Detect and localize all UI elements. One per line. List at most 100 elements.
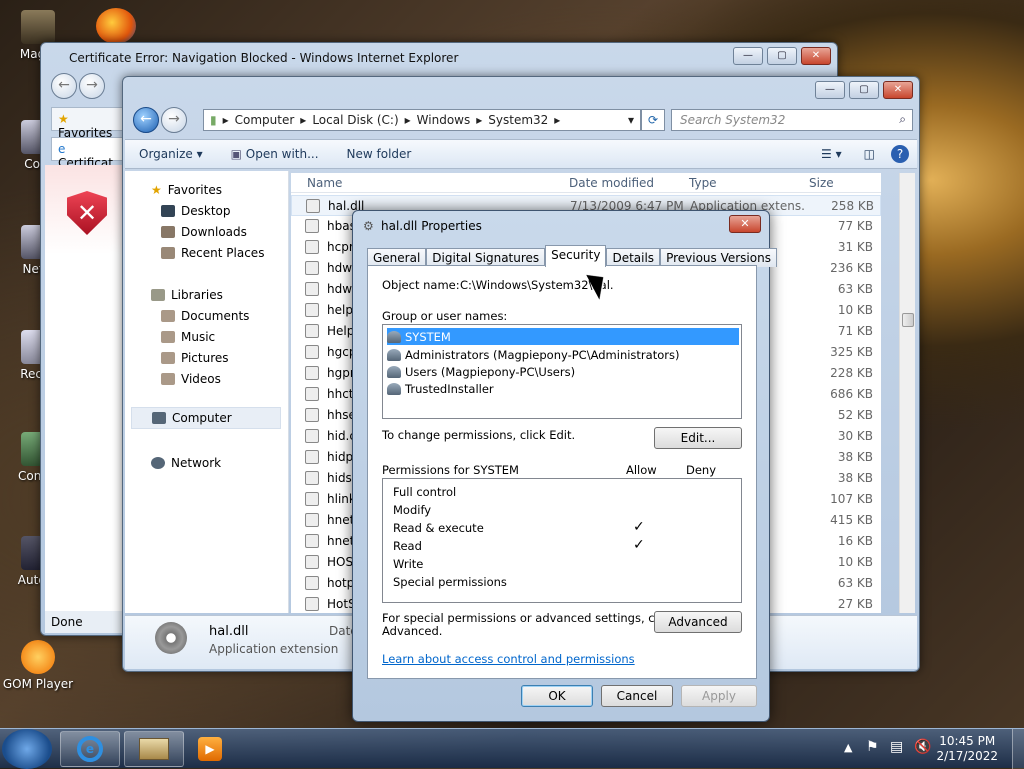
permission-row: Write — [393, 557, 424, 571]
ie-content: ✕ — [45, 165, 131, 611]
ie-forward-button[interactable]: → — [79, 73, 105, 99]
nav-desktop[interactable]: Desktop — [161, 204, 231, 218]
show-hidden-icons[interactable]: ▲ — [844, 741, 852, 754]
help-icon[interactable]: ? — [891, 145, 909, 163]
media-player-icon[interactable]: ▶ — [198, 737, 222, 761]
apply-button[interactable]: Apply — [681, 685, 757, 707]
network-tray-icon[interactable]: ▤ — [890, 739, 903, 755]
favorites-button[interactable]: ★ Favorites — [51, 107, 131, 140]
organize-button[interactable]: Organize ▾ — [125, 147, 217, 161]
preview-pane-icon[interactable]: ◫ — [856, 147, 883, 161]
file-icon — [305, 429, 319, 443]
nav-network[interactable]: Network — [151, 456, 221, 470]
column-size[interactable]: Size — [809, 176, 834, 190]
permissions-header: Permissions for SYSTEM — [382, 463, 519, 477]
breadcrumb-system32[interactable]: System32 — [482, 113, 554, 127]
allow-check: ✓ — [633, 519, 645, 535]
file-size: 77 KB — [837, 219, 873, 233]
edit-button[interactable]: Edit... — [654, 427, 742, 449]
refresh-icon[interactable]: ⟳ — [641, 109, 665, 131]
close-button[interactable]: ✕ — [883, 81, 913, 99]
scrollbar-thumb[interactable] — [902, 313, 914, 327]
chevron-down-icon[interactable]: ▾ — [622, 113, 640, 127]
nav-pictures[interactable]: Pictures — [161, 351, 229, 365]
nav-videos[interactable]: Videos — [161, 372, 221, 386]
advanced-button[interactable]: Advanced — [654, 611, 742, 633]
ok-button[interactable]: OK — [521, 685, 593, 707]
file-icon — [305, 597, 319, 611]
minimize-button[interactable]: — — [733, 47, 763, 65]
volume-muted-icon[interactable]: 🔇 — [914, 739, 931, 755]
show-desktop-button[interactable] — [1012, 729, 1024, 769]
close-button[interactable]: ✕ — [801, 47, 831, 65]
column-type[interactable]: Type — [689, 176, 717, 190]
nav-favorites[interactable]: ★ Favorites — [151, 183, 222, 197]
vertical-scrollbar[interactable] — [899, 173, 915, 613]
user-item-administrators[interactable]: Administrators (Magpiepony-PC\Administra… — [387, 346, 741, 363]
shield-error-icon: ✕ — [67, 191, 107, 235]
clock[interactable]: 10:45 PM 2/17/2022 — [936, 734, 998, 764]
file-icon — [305, 513, 319, 527]
file-icon — [305, 471, 319, 485]
file-icon — [305, 282, 319, 296]
cancel-button[interactable]: Cancel — [601, 685, 673, 707]
breadcrumb-windows[interactable]: Windows — [411, 113, 477, 127]
tab-security[interactable]: Security — [545, 245, 607, 267]
permission-row: Special permissions — [393, 575, 507, 589]
maximize-button[interactable]: ▢ — [767, 47, 797, 65]
breadcrumb-local-disk[interactable]: Local Disk (C:) — [306, 113, 404, 127]
group-label: Group or user names: — [382, 309, 508, 323]
firefox-icon[interactable] — [96, 8, 136, 44]
ie-icon: e — [58, 142, 66, 156]
user-list: SYSTEM Administrators (Magpiepony-PC\Adm… — [382, 324, 742, 419]
user-item-users[interactable]: Users (Magpiepony-PC\Users) — [387, 363, 741, 380]
nav-computer[interactable]: Computer — [131, 407, 281, 429]
new-folder-button[interactable]: New folder — [333, 147, 426, 161]
user-item-system[interactable]: SYSTEM — [387, 328, 739, 345]
nav-libraries[interactable]: Libraries — [151, 288, 223, 302]
back-button[interactable]: ← — [133, 107, 159, 133]
nav-downloads[interactable]: Downloads — [161, 225, 247, 239]
object-name-label: Object name: — [382, 278, 460, 292]
views-icon[interactable]: ☰ ▾ — [807, 147, 856, 161]
ie-tab[interactable]: e Certificat — [51, 137, 131, 170]
maximize-button[interactable]: ▢ — [849, 81, 879, 99]
taskbar-explorer-button[interactable] — [124, 731, 184, 767]
breadcrumb-computer[interactable]: Computer — [229, 113, 301, 127]
address-bar[interactable]: ▮ ▸ Computer ▸ Local Disk (C:) ▸ Windows ▸ Syste… — [203, 109, 641, 131]
search-input[interactable]: Search System32 ⌕ — [671, 109, 913, 131]
column-date[interactable]: Date modified — [569, 176, 654, 190]
file-size: 63 KB — [837, 576, 873, 590]
special-permissions-text: For special permissions or advanced sett… — [382, 611, 674, 625]
permission-row: Full control — [393, 485, 457, 499]
access-control-link[interactable]: Learn about access control and permissio… — [382, 652, 635, 666]
open-with-button[interactable]: ▣ Open with... — [217, 147, 333, 161]
dialog-close-button[interactable]: ✕ — [729, 215, 761, 233]
nav-music[interactable]: Music — [161, 330, 215, 344]
file-size: 10 KB — [837, 303, 873, 317]
file-size: 228 KB — [830, 366, 873, 380]
user-item-trustedinstaller[interactable]: TrustedInstaller — [387, 380, 741, 397]
forward-button[interactable]: → — [161, 107, 187, 133]
user-group-icon — [387, 365, 401, 378]
column-name[interactable]: Name — [307, 176, 342, 190]
star-icon: ★ — [151, 183, 162, 197]
action-center-flag-icon[interactable]: ⚑ — [866, 739, 879, 755]
file-size: 325 KB — [830, 345, 873, 359]
nav-documents[interactable]: Documents — [161, 309, 249, 323]
file-icon — [305, 366, 319, 380]
downloads-icon — [161, 226, 175, 238]
search-icon: ⌕ — [899, 112, 906, 126]
start-button[interactable] — [2, 729, 52, 769]
minimize-button[interactable]: — — [815, 81, 845, 99]
taskbar: e ▶ ▲ ⚑ ▤ 🔇 10:45 PM 2/17/2022 — [0, 728, 1024, 769]
desktop-icon-gom[interactable]: GOM Player — [0, 640, 76, 691]
file-size: 686 KB — [830, 387, 873, 401]
permissions-list: Full control Modify Read & execute ✓ Read ✓ Wr… — [382, 478, 742, 603]
file-icon — [305, 408, 319, 422]
ie-back-button[interactable]: ← — [51, 73, 77, 99]
taskbar-ie-button[interactable]: e — [60, 731, 120, 767]
ie-title: Certificate Error: Navigation Blocked - … — [69, 51, 459, 65]
allow-header: Allow — [626, 463, 657, 477]
nav-recent[interactable]: Recent Places — [161, 246, 264, 260]
